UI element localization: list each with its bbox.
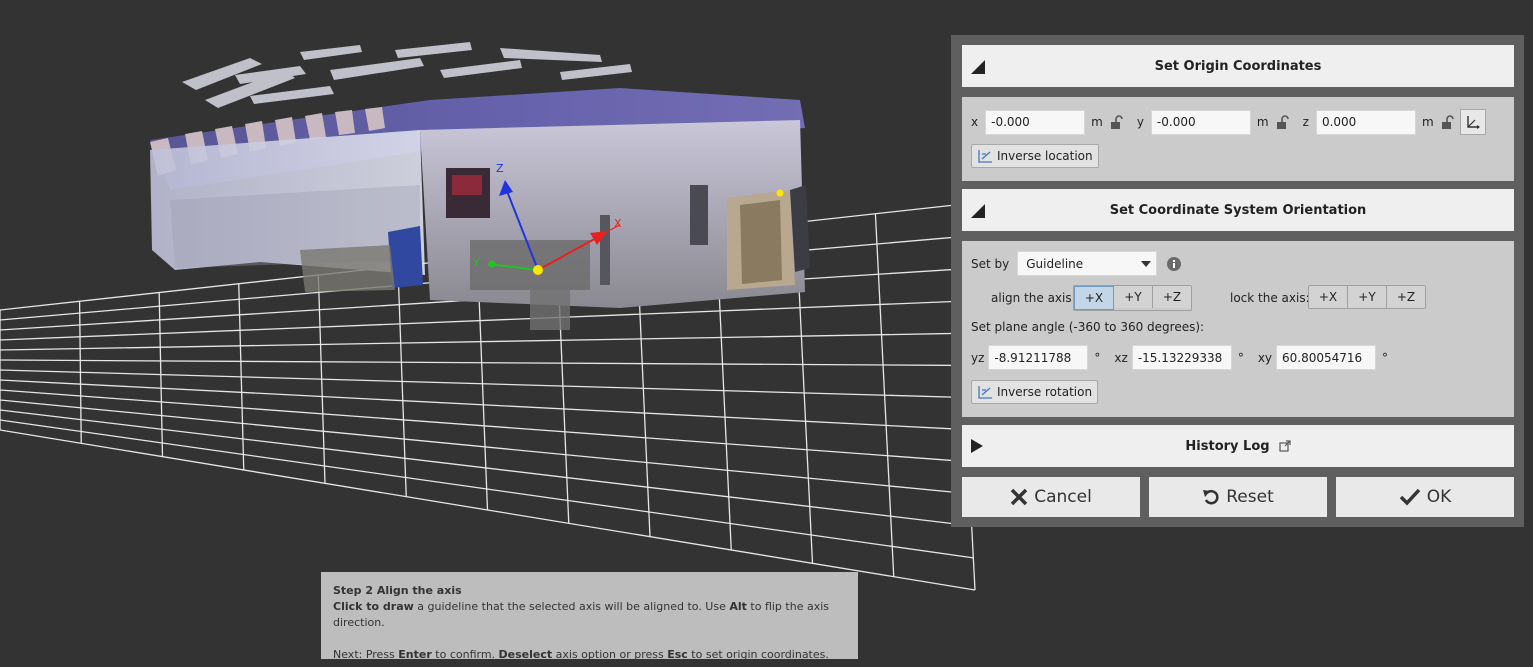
grid-line	[0, 379, 967, 431]
x-unit: m	[1091, 115, 1103, 129]
axis-label-z: Z	[496, 162, 504, 175]
close-x-icon	[1010, 488, 1028, 506]
set-by-dropdown[interactable]: Guideline	[1017, 251, 1158, 276]
hint-emphasis: Enter	[398, 648, 432, 661]
plane-angle-label: Set plane angle (-360 to 360 degrees):	[971, 320, 1205, 334]
axis-pick-button[interactable]	[1459, 109, 1486, 135]
orientation-section-header[interactable]: Set Coordinate System Orientation	[962, 189, 1514, 231]
yz-angle-input[interactable]: -8.91211788	[988, 345, 1089, 370]
origin-y-input[interactable]: -0.000	[1150, 109, 1251, 135]
xy-degree: °	[1382, 350, 1389, 365]
info-icon[interactable]	[1166, 256, 1182, 272]
reset-icon	[1203, 489, 1219, 505]
lock-plus-x-button[interactable]: +X	[1309, 286, 1348, 308]
origin-z-input[interactable]: 0.000	[1315, 109, 1416, 135]
hint-text: to set origin coordinates.	[687, 648, 829, 661]
lock-axis-segment: +X +Y +Z	[1308, 285, 1426, 309]
z-label: z	[1302, 115, 1309, 129]
hint-emphasis: Esc	[667, 648, 688, 661]
collapse-triangle-icon[interactable]	[970, 59, 986, 75]
origin-section-header[interactable]: Set Origin Coordinates	[962, 45, 1514, 87]
grid-line	[0, 419, 974, 559]
inverse-rotation-button[interactable]: Inverse rotation	[971, 380, 1099, 404]
hint-emphasis: Alt	[729, 600, 747, 613]
inverse-location-button[interactable]: Inverse location	[971, 144, 1099, 168]
lock-open-icon[interactable]	[1275, 115, 1289, 129]
xy-angle-input[interactable]: 60.80054716	[1276, 345, 1377, 370]
external-link-icon[interactable]	[1278, 440, 1291, 452]
lock-plus-y-button[interactable]: +Y	[1348, 286, 1387, 308]
lock-axis-label: lock the axis:	[1230, 291, 1310, 305]
history-log-title: History Log	[1185, 438, 1270, 454]
orientation-section-title: Set Coordinate System Orientation	[1109, 202, 1367, 218]
hint-line-1: Click to draw a guideline that the selec…	[333, 599, 846, 631]
dropdown-arrow-icon	[1141, 260, 1152, 267]
check-icon	[1399, 488, 1421, 506]
inverse-icon	[978, 386, 992, 399]
axis-label-y: Y	[472, 256, 480, 269]
expand-triangle-icon[interactable]	[970, 438, 984, 454]
cancel-button[interactable]: Cancel	[962, 477, 1140, 517]
set-by-label: Set by	[971, 256, 1010, 271]
axis-label-x: X	[614, 217, 622, 230]
lock-plus-z-button[interactable]: +Z	[1387, 286, 1425, 308]
z-unit: m	[1421, 115, 1434, 129]
y-unit: m	[1256, 115, 1269, 129]
set-by-value: Guideline	[1026, 256, 1084, 271]
grid-line	[0, 399, 971, 495]
lock-open-icon[interactable]	[1440, 115, 1454, 129]
coordinate-system-panel: Set Origin Coordinates x -0.000 m y -0.0…	[951, 35, 1524, 527]
hint-text: axis option or press	[552, 648, 668, 661]
inverse-location-label: Inverse location	[997, 149, 1093, 163]
xz-angle-input[interactable]: -15.13229338	[1131, 345, 1232, 370]
align-axis-label: align the axis:	[991, 291, 1076, 305]
orientation-section-body: Set by Guideline align the axis: +X +Y +…	[962, 241, 1514, 417]
yz-label: yz	[971, 350, 985, 365]
yz-degree: °	[1094, 350, 1101, 365]
hint-emphasis: Click to draw	[333, 600, 414, 613]
origin-section-title: Set Origin Coordinates	[1154, 58, 1322, 74]
reset-button[interactable]: Reset	[1149, 477, 1327, 517]
grid-line	[0, 429, 976, 591]
hint-line-2: Next: Press Enter to confirm. Deselect a…	[333, 647, 846, 663]
hint-text: a guideline that the selected axis will …	[413, 600, 730, 613]
align-plus-y-button[interactable]: +Y	[1114, 286, 1153, 308]
lock-open-icon[interactable]	[1109, 115, 1123, 129]
history-section-header[interactable]: History Log	[962, 425, 1514, 467]
cancel-label: Cancel	[1034, 487, 1092, 507]
hint-step-title: Step 2 Align the axis	[333, 584, 462, 597]
instruction-hint-box: Step 2 Align the axis Click to draw a gu…	[321, 572, 858, 661]
inverse-icon	[978, 150, 992, 163]
origin-x-input[interactable]: -0.000	[985, 109, 1086, 135]
hint-text: to confirm.	[431, 648, 499, 661]
inverse-rotation-label: Inverse rotation	[997, 385, 1093, 399]
grid-line	[0, 409, 972, 527]
x-label: x	[971, 115, 979, 129]
xz-degree: °	[1237, 350, 1244, 365]
xy-label: xy	[1257, 350, 1273, 365]
hint-emphasis: Deselect	[498, 648, 553, 661]
collapse-triangle-icon[interactable]	[970, 203, 986, 219]
xz-label: xz	[1114, 350, 1128, 365]
align-plus-x-button[interactable]: +X	[1074, 286, 1114, 310]
align-axis-segment: +X +Y +Z	[1073, 285, 1192, 311]
point-cloud	[150, 42, 810, 330]
ok-button[interactable]: OK	[1336, 477, 1514, 517]
y-label: y	[1136, 115, 1144, 129]
ok-label: OK	[1426, 487, 1452, 507]
reset-label: Reset	[1226, 487, 1274, 507]
align-plus-z-button[interactable]: +Z	[1153, 286, 1191, 308]
hint-text: Next: Press	[333, 648, 399, 661]
origin-section-body: x -0.000 m y -0.000 m z 0.000 m Inverse …	[962, 97, 1514, 181]
axis-pick-icon	[1466, 116, 1480, 129]
grid-line	[0, 389, 969, 463]
